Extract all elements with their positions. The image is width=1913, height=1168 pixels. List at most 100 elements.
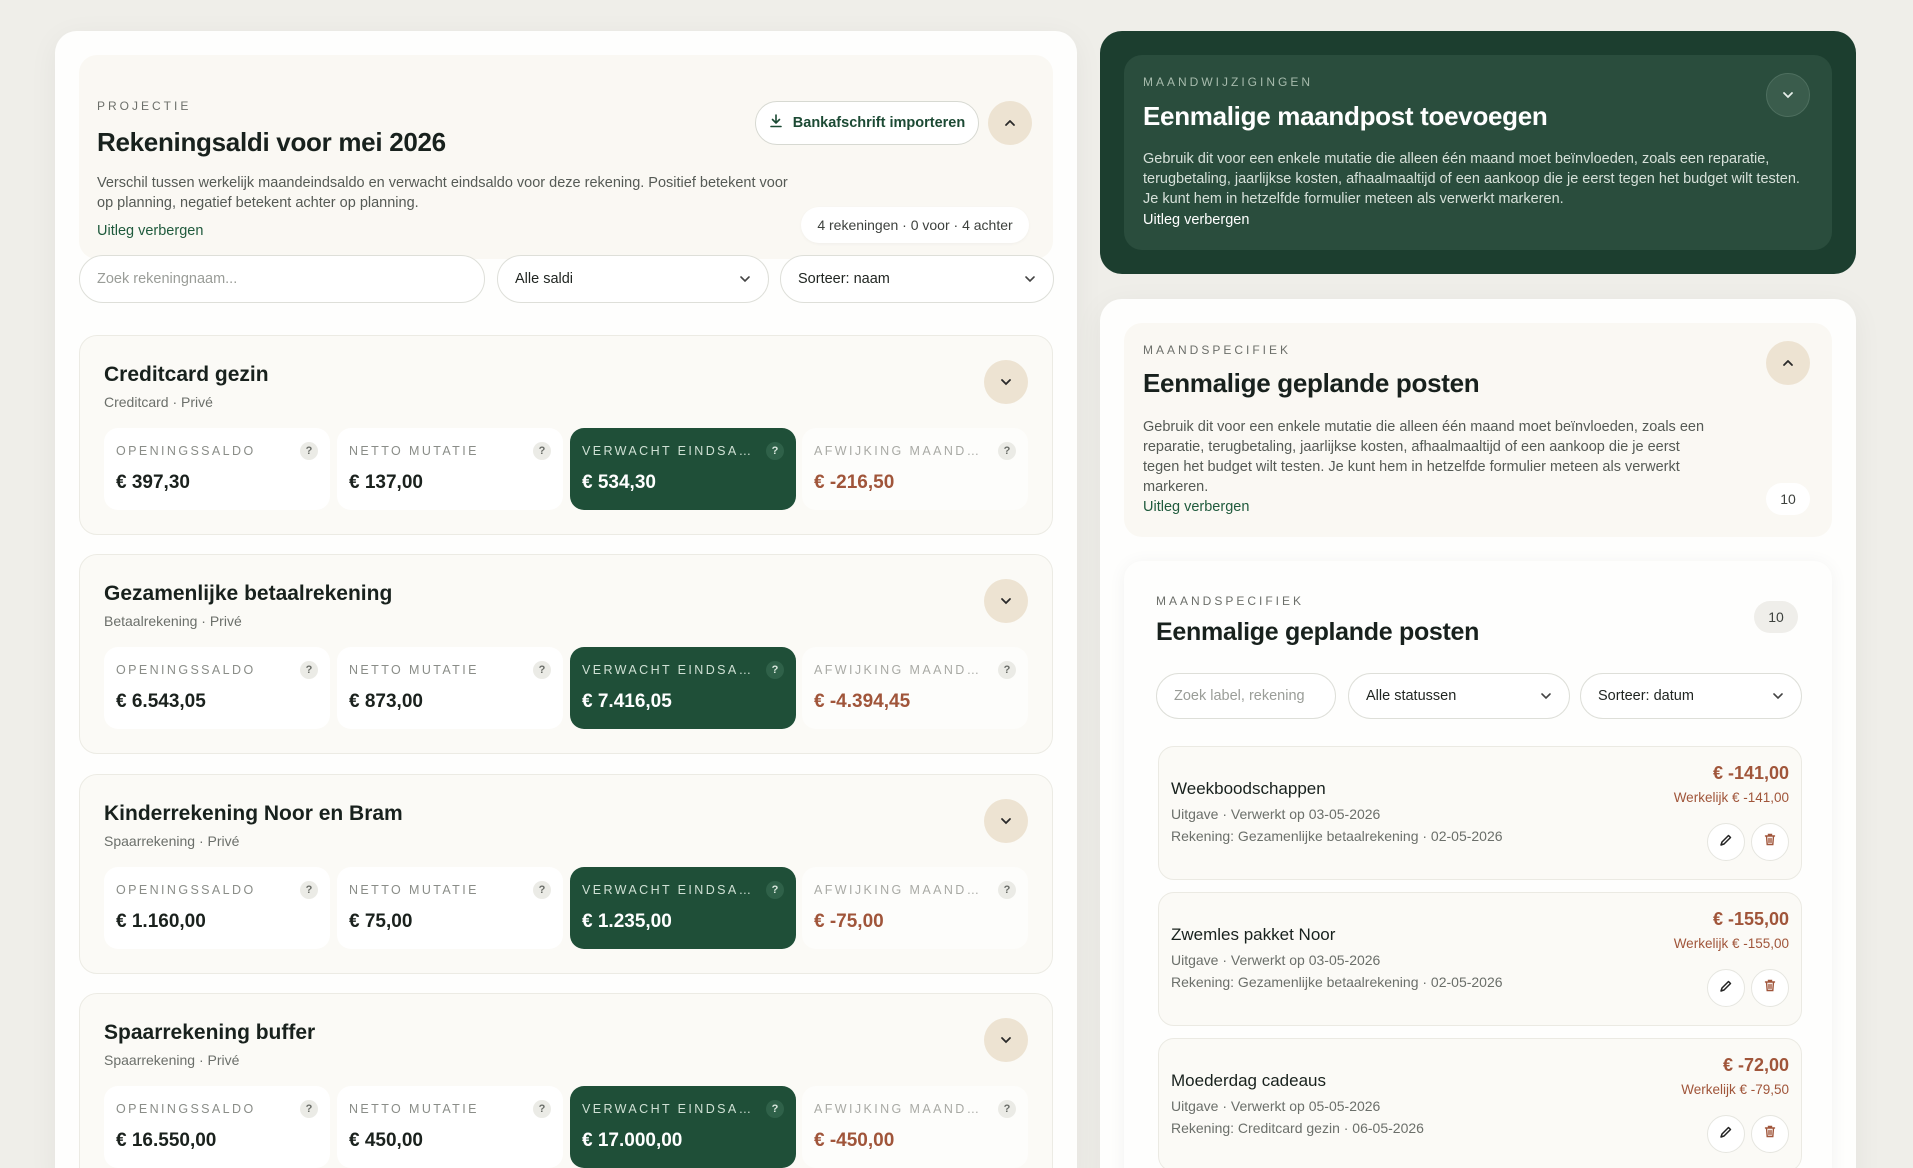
download-icon: [769, 114, 783, 132]
item-title: Moederdag cadeaus: [1171, 1071, 1327, 1090]
help-icon[interactable]: ?: [766, 442, 784, 460]
metric-label: VERWACHT EINDSALDO: [582, 663, 752, 677]
metric-label: NETTO MUTATIE: [349, 1102, 479, 1116]
expand-account-button[interactable]: [984, 799, 1028, 843]
opening-balance-value: € 1.160,00: [116, 911, 206, 932]
help-icon[interactable]: ?: [533, 1100, 551, 1118]
import-statement-label: Bankafschrift importeren: [792, 115, 966, 131]
chevron-down-icon: [1782, 86, 1794, 104]
chevron-up-icon: [1782, 354, 1794, 372]
deviation-metric: AFWIJKING MAANDEINDSALDO ? € -75,00: [802, 867, 1028, 949]
edit-button[interactable]: [1707, 823, 1745, 861]
section-eyebrow: MAANDSPECIFIEK: [1156, 594, 1305, 608]
item-actual-amount: Werkelijk € -141,00: [1673, 790, 1789, 805]
account-name: Creditcard gezin: [104, 363, 269, 386]
delete-button[interactable]: [1751, 1115, 1789, 1153]
item-amount: € -141,00: [1712, 763, 1789, 783]
hide-explanation-link[interactable]: Uitleg verbergen: [1143, 499, 1249, 515]
deviation-metric: AFWIJKING MAANDEINDSALDO ? € -4.394,45: [802, 647, 1028, 729]
help-icon[interactable]: ?: [300, 442, 318, 460]
opening-balance-metric: OPENINGSSALDO ? € 16.550,00: [104, 1086, 330, 1168]
metric-label: OPENINGSSALDO: [116, 444, 256, 458]
chevron-down-icon: [1000, 812, 1012, 830]
account-card: Creditcard gezin Creditcard · Privé OPEN…: [79, 335, 1053, 535]
status-filter-select[interactable]: Alle statussen: [1348, 673, 1570, 719]
net-change-metric: NETTO MUTATIE ? € 137,00: [337, 428, 563, 510]
net-change-metric: NETTO MUTATIE ? € 450,00: [337, 1086, 563, 1168]
help-icon[interactable]: ?: [300, 881, 318, 899]
help-icon[interactable]: ?: [766, 661, 784, 679]
section-title: Eenmalige geplande posten: [1143, 368, 1480, 398]
account-subtitle: Spaarrekening · Privé: [104, 1052, 240, 1068]
account-card: Kinderrekening Noor en Bram Spaarrekenin…: [79, 774, 1053, 974]
help-icon[interactable]: ?: [533, 442, 551, 460]
sort-select[interactable]: Sorteer: datum: [1580, 673, 1802, 719]
help-icon[interactable]: ?: [300, 1100, 318, 1118]
help-icon[interactable]: ?: [998, 442, 1016, 460]
planned-items-panel: MAANDSPECIFIEK Eenmalige geplande posten…: [1100, 299, 1856, 1168]
expected-balance-metric: VERWACHT EINDSALDO ? € 534,30: [570, 428, 796, 510]
delete-button[interactable]: [1751, 823, 1789, 861]
account-subtitle: Betaalrekening · Privé: [104, 613, 242, 629]
item-amount: € -155,00: [1712, 909, 1789, 929]
collapse-section-button[interactable]: [1766, 341, 1810, 385]
sort-value: Sorteer: datum: [1598, 688, 1694, 704]
help-icon[interactable]: ?: [766, 881, 784, 899]
list-title: Eenmalige geplande posten: [1156, 618, 1480, 646]
opening-balance-value: € 397,30: [116, 472, 190, 493]
net-change-value: € 450,00: [349, 1130, 423, 1151]
item-search-input[interactable]: Zoek label, rekening: [1156, 673, 1336, 719]
expected-balance-metric: VERWACHT EINDSALDO ? € 7.416,05: [570, 647, 796, 729]
sort-select[interactable]: Sorteer: naam: [780, 255, 1054, 303]
hide-explanation-link[interactable]: Uitleg verbergen: [1143, 212, 1249, 228]
account-card: Spaarrekening buffer Spaarrekening · Pri…: [79, 993, 1053, 1168]
month-changes-panel: MAANDWIJZIGINGEN Eenmalige maandpost toe…: [1100, 31, 1856, 274]
edit-button[interactable]: [1707, 1115, 1745, 1153]
help-icon[interactable]: ?: [533, 881, 551, 899]
deviation-value: € -75,00: [814, 911, 884, 932]
edit-button[interactable]: [1707, 969, 1745, 1007]
import-statement-button[interactable]: Bankafschrift importeren: [755, 101, 979, 145]
month-specific-description: Gebruik dit voor een enkele mutatie die …: [1143, 419, 1705, 495]
help-icon[interactable]: ?: [998, 661, 1016, 679]
balance-filter-select[interactable]: Alle saldi: [497, 255, 769, 303]
account-balances-panel: PROJECTIE Rekeningsaldi voor mei 2026 Ve…: [55, 31, 1077, 1168]
item-meta: Uitgave · Verwerkt op 03-05-2026: [1171, 952, 1381, 968]
expected-balance-metric: VERWACHT EINDSALDO ? € 17.000,00: [570, 1086, 796, 1168]
account-card: Gezamenlijke betaalrekening Betaalrekeni…: [79, 554, 1053, 754]
expand-account-button[interactable]: [984, 1018, 1028, 1062]
month-changes-header: MAANDWIJZIGINGEN Eenmalige maandpost toe…: [1124, 55, 1832, 250]
item-amount: € -72,00: [1722, 1055, 1789, 1075]
account-search-input[interactable]: Zoek rekeningnaam...: [79, 255, 485, 303]
metric-label: VERWACHT EINDSALDO: [582, 1102, 752, 1116]
month-changes-description: Gebruik dit voor een enkele mutatie die …: [1143, 151, 1800, 207]
metric-label: VERWACHT EINDSALDO: [582, 444, 752, 458]
help-icon[interactable]: ?: [766, 1100, 784, 1118]
expected-balance-value: € 534,30: [582, 472, 656, 493]
delete-button[interactable]: [1751, 969, 1789, 1007]
deviation-value: € -216,50: [814, 472, 895, 493]
collapse-button[interactable]: [988, 101, 1032, 145]
list-item: Moederdag cadeaus Uitgave · Verwerkt op …: [1158, 1038, 1802, 1168]
deviation-metric: AFWIJKING MAANDEINDSALDO ? € -216,50: [802, 428, 1028, 510]
accounts-summary-badge: 4 rekeningen · 0 voor · 4 achter: [801, 207, 1029, 243]
opening-balance-metric: OPENINGSSALDO ? € 6.543,05: [104, 647, 330, 729]
help-icon[interactable]: ?: [533, 661, 551, 679]
metric-label: AFWIJKING MAANDEINDSALDO: [814, 444, 984, 458]
help-icon[interactable]: ?: [998, 1100, 1016, 1118]
help-icon[interactable]: ?: [300, 661, 318, 679]
list-item: Weekboodschappen Uitgave · Verwerkt op 0…: [1158, 746, 1802, 880]
expand-account-button[interactable]: [984, 360, 1028, 404]
item-actual-amount: Werkelijk € -79,50: [1681, 1082, 1789, 1097]
item-account: Rekening: Gezamenlijke betaalrekening · …: [1171, 828, 1503, 844]
item-actual-amount: Werkelijk € -155,00: [1673, 936, 1789, 951]
help-icon[interactable]: ?: [998, 881, 1016, 899]
account-subtitle: Spaarrekening · Privé: [104, 833, 240, 849]
hide-explanation-link[interactable]: Uitleg verbergen: [97, 223, 203, 239]
item-meta: Uitgave · Verwerkt op 05-05-2026: [1171, 1098, 1381, 1114]
item-meta: Uitgave · Verwerkt op 03-05-2026: [1171, 806, 1381, 822]
expand-account-button[interactable]: [984, 579, 1028, 623]
expand-section-button[interactable]: [1766, 73, 1810, 117]
planned-items-list: MAANDSPECIFIEK Eenmalige geplande posten…: [1124, 561, 1832, 1168]
balance-filter-value: Alle saldi: [515, 271, 574, 287]
